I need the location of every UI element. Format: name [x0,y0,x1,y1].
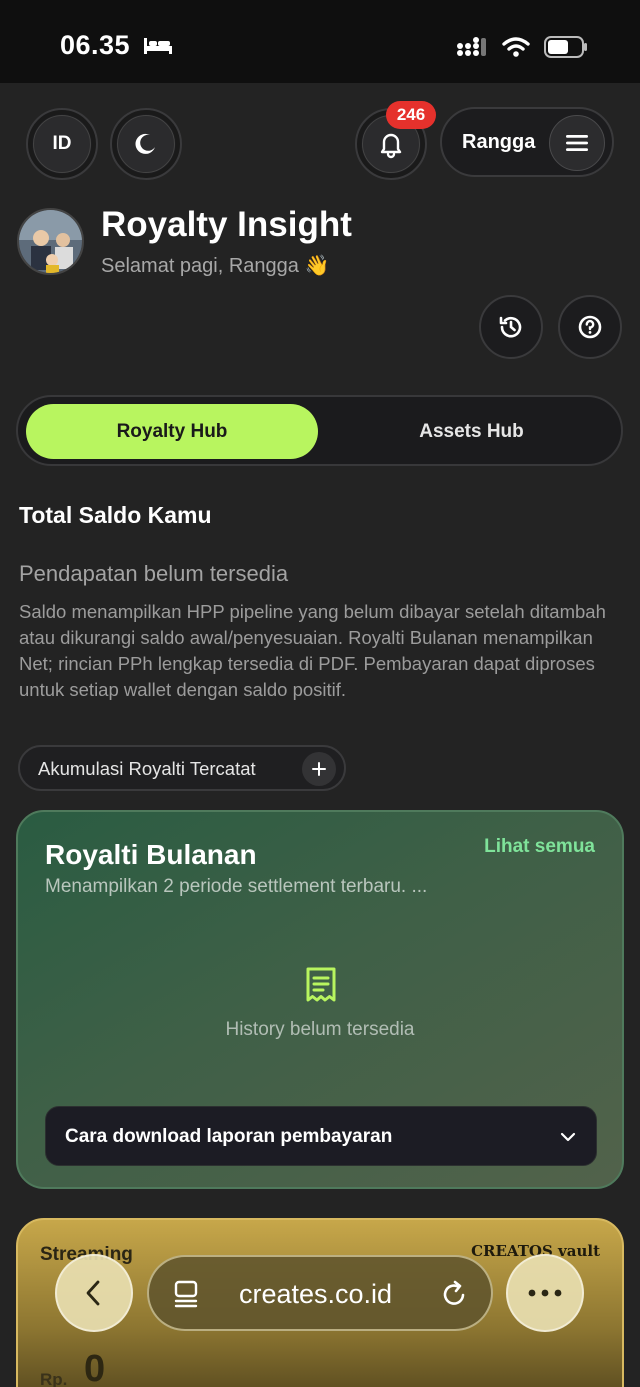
streaming-amount: 0 [84,1348,106,1387]
menu-button[interactable] [549,115,605,171]
status-bar: 06.35 [0,0,640,83]
bell-icon [380,133,402,159]
help-button[interactable] [558,295,622,359]
section-title: Total Saldo Kamu [19,502,212,528]
language-label: ID [52,133,72,154]
page-title: Royalty Insight [101,205,352,244]
reload-icon[interactable] [441,1279,469,1309]
more-button[interactable] [506,1254,584,1332]
plus-icon [302,752,336,786]
receipt-icon [306,967,336,1002]
chevron-left-icon [86,1280,100,1306]
greeting-text: Selamat pagi, Rangga 👋 [101,255,330,277]
empty-history-text: History belum tersedia [225,1019,415,1040]
status-time: 06.35 [60,30,131,60]
signal-icon [457,37,486,56]
back-button[interactable] [55,1254,133,1332]
browser-toolbar: creates.co.id [0,1245,640,1345]
card-subtitle: Menampilkan 2 periode settlement terbaru… [45,876,428,897]
tab-royalty-hub[interactable]: Royalty Hub [26,404,318,459]
more-dots-icon [528,1289,562,1297]
tab-assets-hub[interactable]: Assets Hub [328,404,615,459]
wifi-icon [502,37,530,57]
monthly-royalty-card: Royalti Bulanan Lihat semua Menampilkan … [16,810,624,1189]
hub-tabs: Royalty Hub Assets Hub [16,395,623,466]
moon-icon [135,133,155,154]
currency-label: Rp. [40,1370,68,1387]
notification-count-badge: 246 [386,101,436,129]
url-text: creates.co.id [239,1279,393,1309]
battery-icon [544,36,587,58]
download-guide-label: Cara download laporan pembayaran [65,1126,393,1147]
history-icon [499,316,522,338]
download-guide-accordion[interactable]: Cara download laporan pembayaran [45,1106,597,1166]
user-menu-pill[interactable]: Rangga [440,107,614,177]
tabs-icon [174,1280,198,1308]
balance-status: Pendapatan belum tersedia [19,561,289,586]
language-button[interactable]: ID [26,108,98,180]
help-icon [578,315,602,339]
accumulation-button[interactable]: Akumulasi Royalti Tercatat [18,745,346,791]
theme-toggle-button[interactable] [110,108,182,180]
see-all-link[interactable]: Lihat semua [484,836,595,858]
hamburger-icon [566,135,588,151]
card-title: Royalti Bulanan [45,839,257,870]
user-name: Rangga [462,131,536,153]
address-bar[interactable]: creates.co.id [147,1255,493,1331]
chevron-down-icon [560,1132,576,1142]
history-button[interactable] [479,295,543,359]
accumulation-label: Akumulasi Royalti Tercatat [38,758,256,779]
avatar[interactable] [17,208,84,275]
status-icons [456,36,588,58]
balance-description: Saldo menampilkan HPP pipeline yang belu… [19,601,606,700]
avatar-photo [19,210,82,273]
bed-icon [144,38,172,54]
